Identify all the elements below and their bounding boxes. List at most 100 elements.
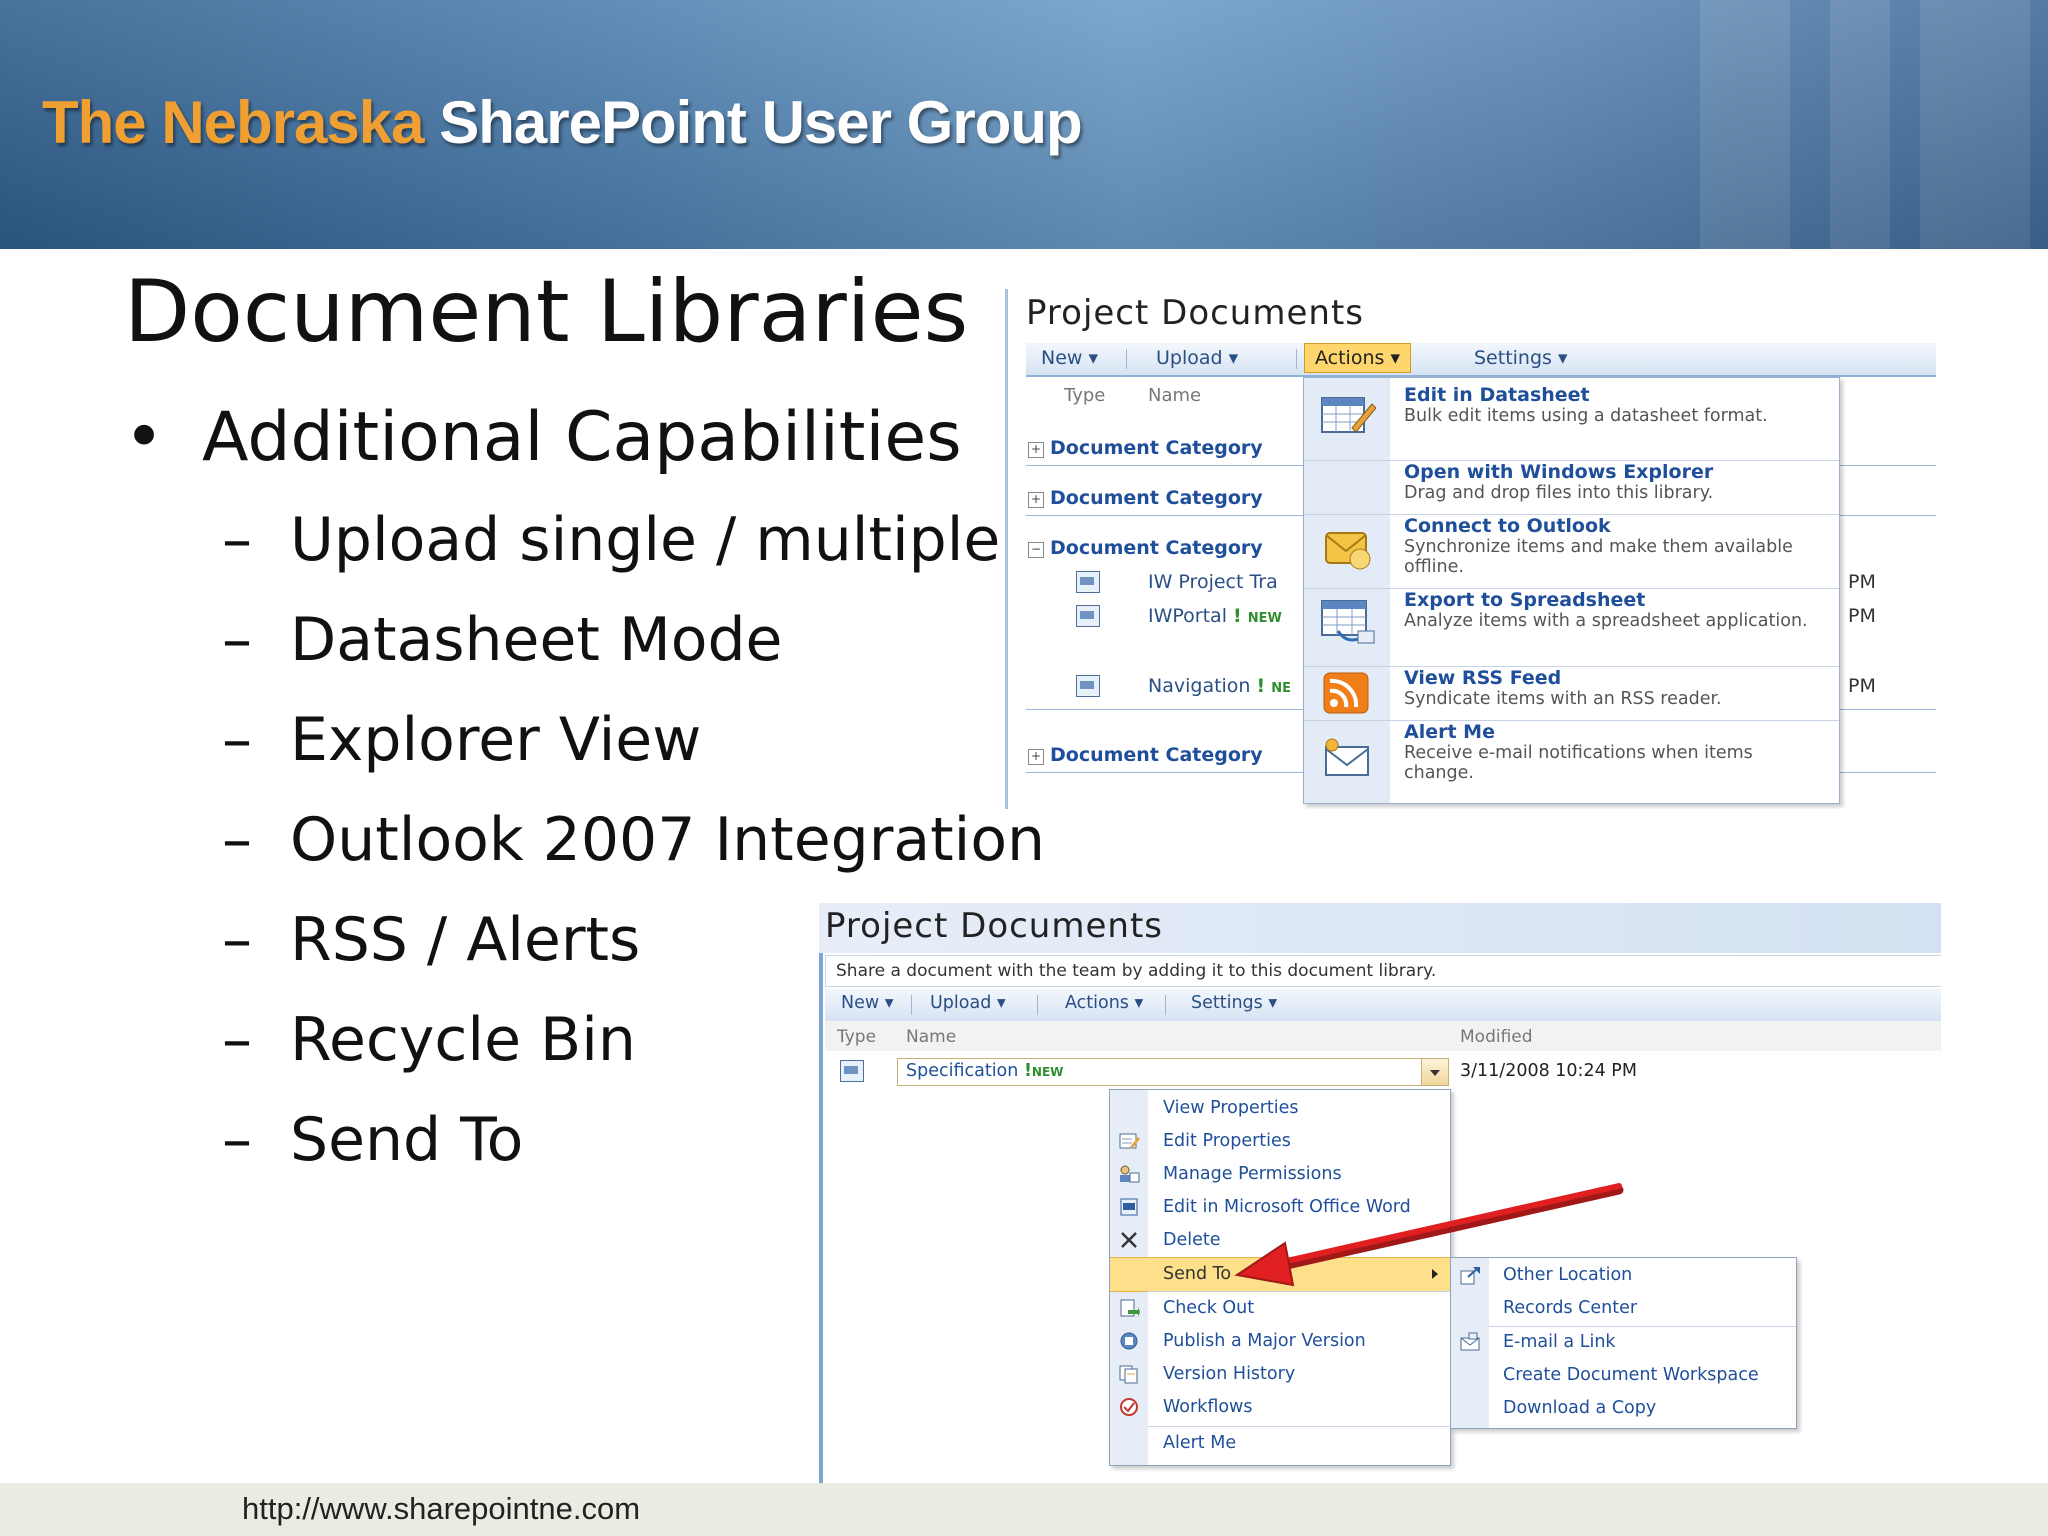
settings-menu-button[interactable]: Settings ▾ (1191, 993, 1277, 1013)
sub-item-text: Upload single / multiple (290, 505, 1001, 575)
document-link[interactable]: IWPortal ! NEW (1148, 605, 1282, 627)
upload-menu-button[interactable]: Upload ▾ (1156, 347, 1238, 369)
document-link[interactable]: Navigation ! NE (1148, 675, 1291, 697)
excel-file-icon (1076, 571, 1100, 593)
sub-item: – RSS / Alerts (222, 905, 640, 975)
menu-item-alert-me[interactable]: Alert Me (1110, 1427, 1450, 1460)
new-menu-button[interactable]: New ▾ (1041, 347, 1098, 369)
menu-item-send-to[interactable]: Send To (1110, 1257, 1450, 1292)
sub-item: – Send To (222, 1105, 523, 1175)
modified-time: PM (1848, 605, 1876, 627)
upload-menu-button[interactable]: Upload ▾ (930, 993, 1006, 1013)
sub-item: – Outlook 2007 Integration (222, 805, 1045, 875)
word-icon (1120, 1198, 1138, 1216)
column-header-name[interactable]: Name (1148, 385, 1201, 406)
send-to-submenu: Other Location Records Center E-mail a L… (1450, 1257, 1797, 1429)
column-header-modified[interactable]: Modified (1460, 1027, 1533, 1047)
submenu-arrow-icon (1432, 1269, 1438, 1279)
actions-menu-button[interactable]: Actions ▾ (1304, 343, 1411, 373)
submenu-item-records-center[interactable]: Records Center (1503, 1298, 1637, 1318)
menu-item-edit-in-datasheet[interactable]: Edit in Datasheet Bulk edit items using … (1304, 384, 1839, 454)
delete-icon (1121, 1232, 1137, 1248)
banner-title: The Nebraska SharePoint User Group (42, 88, 1083, 157)
dash-symbol: – (222, 705, 252, 775)
document-category-group[interactable]: + Document Category (1028, 487, 1263, 509)
menu-item-view-rss-feed[interactable]: View RSS Feed Syndicate items with an RS… (1304, 666, 1839, 719)
bullet-item: • Additional Capabilities (124, 398, 962, 477)
actions-menu-button[interactable]: Actions ▾ (1065, 993, 1143, 1013)
dash-symbol: – (222, 805, 252, 875)
sub-item: – Upload single / multiple (222, 505, 1000, 575)
footer-url[interactable]: http://www.sharepointne.com (242, 1491, 640, 1527)
menu-item-publish-major-version[interactable]: Publish a Major Version (1110, 1325, 1450, 1358)
menu-item-connect-to-outlook[interactable]: Connect to Outlook Synchronize items and… (1304, 514, 1839, 587)
footer-bar: http://www.sharepointne.com (0, 1483, 2048, 1536)
menu-item-edit-in-word[interactable]: Edit in Microsoft Office Word (1110, 1191, 1450, 1224)
library-title: Project Documents (1026, 293, 1364, 333)
library-toolbar: New ▾ Upload ▾ Actions ▾ Settings ▾ (1026, 343, 1936, 377)
document-row[interactable]: Specification !NEW (897, 1058, 1449, 1086)
rss-icon (1323, 672, 1369, 714)
header-banner: The Nebraska SharePoint User Group (0, 0, 2048, 249)
document-link[interactable]: IW Project Tra (1148, 571, 1278, 593)
sub-item: – Datasheet Mode (222, 605, 782, 675)
actions-menu-screenshot: Project Documents New ▾ Upload ▾ Actions… (1005, 289, 1936, 809)
word-file-icon (1076, 675, 1100, 697)
submenu-item-create-document-workspace[interactable]: Create Document Workspace (1503, 1365, 1759, 1385)
sub-item-text: Datasheet Mode (290, 605, 783, 675)
library-description: Share a document with the team by adding… (825, 955, 1941, 987)
menu-item-open-with-explorer[interactable]: Open with Windows Explorer Drag and drop… (1304, 460, 1839, 513)
document-category-group[interactable]: + Document Category (1028, 437, 1263, 459)
dash-symbol: – (222, 505, 252, 575)
new-menu-button[interactable]: New ▾ (841, 993, 894, 1013)
sub-item: – Recycle Bin (222, 1005, 636, 1075)
menu-item-workflows[interactable]: Workflows (1110, 1391, 1450, 1424)
submenu-item-download-copy[interactable]: Download a Copy (1503, 1398, 1656, 1418)
submenu-item-email-link[interactable]: E-mail a Link (1503, 1332, 1616, 1352)
library-toolbar: New ▾ Upload ▾ Actions ▾ Settings ▾ (825, 989, 1941, 1023)
dash-symbol: – (222, 905, 252, 975)
settings-menu-button[interactable]: Settings ▾ (1474, 347, 1568, 369)
column-header-type[interactable]: Type (1064, 385, 1105, 406)
edit-properties-icon (1119, 1133, 1140, 1149)
spreadsheet-icon (1321, 600, 1375, 644)
alert-icon (1325, 738, 1369, 776)
library-title: Project Documents (825, 906, 1163, 946)
sub-item-text: Recycle Bin (290, 1005, 636, 1075)
menu-item-view-properties[interactable]: View Properties (1110, 1092, 1450, 1125)
menu-item-export-to-spreadsheet[interactable]: Export to Spreadsheet Analyze items with… (1304, 588, 1839, 665)
dash-symbol: – (222, 1105, 252, 1175)
excel-file-icon (1076, 605, 1100, 627)
check-out-icon (1120, 1299, 1140, 1317)
document-category-group[interactable]: − Document Category (1028, 537, 1263, 559)
menu-item-manage-permissions[interactable]: Manage Permissions (1110, 1158, 1450, 1191)
sub-item-text: Explorer View (290, 705, 702, 775)
menu-item-edit-properties[interactable]: Edit Properties (1110, 1125, 1450, 1158)
dash-symbol: – (222, 1005, 252, 1075)
menu-item-check-out[interactable]: Check Out (1110, 1292, 1450, 1325)
sub-item-text: Send To (290, 1105, 524, 1175)
item-dropdown-button[interactable] (1421, 1059, 1448, 1085)
column-header-name[interactable]: Name (906, 1027, 956, 1047)
version-history-icon (1119, 1365, 1138, 1384)
send-to-menu-screenshot: Project Documents Share a document with … (819, 903, 1941, 1483)
document-link[interactable]: Specification !NEW (906, 1061, 1063, 1081)
sub-item-text: Outlook 2007 Integration (290, 805, 1046, 875)
bullet-text: Additional Capabilities (202, 398, 962, 477)
banner-title-part1: The Nebraska (42, 89, 425, 156)
modified-time: PM (1848, 571, 1876, 593)
dash-symbol: – (222, 605, 252, 675)
outlook-icon (1325, 532, 1371, 570)
sub-item: – Explorer View (222, 705, 701, 775)
column-header-type[interactable]: Type (837, 1027, 876, 1047)
document-category-group[interactable]: + Document Category (1028, 744, 1263, 766)
menu-item-alert-me[interactable]: Alert Me Receive e-mail notifications wh… (1304, 720, 1839, 797)
actions-dropdown-menu: Edit in Datasheet Bulk edit items using … (1303, 377, 1840, 804)
datasheet-icon (1321, 397, 1376, 433)
sub-item-text: RSS / Alerts (290, 905, 641, 975)
menu-item-version-history[interactable]: Version History (1110, 1358, 1450, 1391)
menu-item-delete[interactable]: Delete (1110, 1224, 1450, 1257)
submenu-item-other-location[interactable]: Other Location (1503, 1265, 1632, 1285)
email-link-icon (1460, 1332, 1480, 1351)
workflows-icon (1120, 1398, 1138, 1416)
